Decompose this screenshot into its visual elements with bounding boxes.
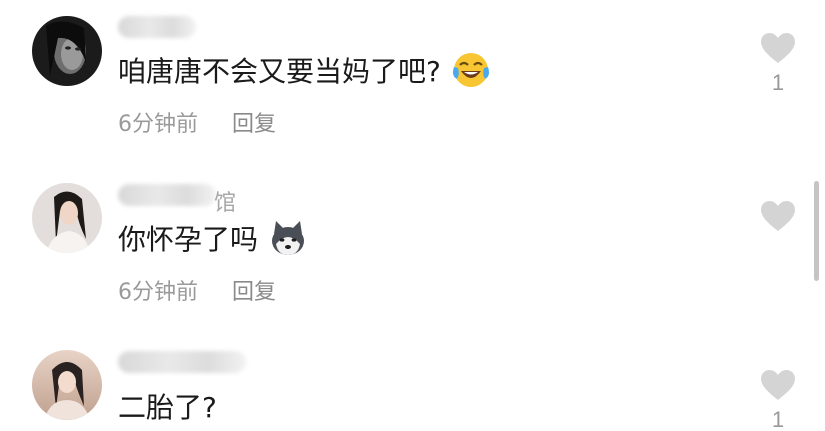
- like-count: 1: [771, 70, 785, 95]
- avatar[interactable]: [32, 183, 102, 253]
- comment-time: 6分钟前: [118, 112, 198, 137]
- husky-dog-emoji-icon: [268, 218, 308, 258]
- comment-text: 你怀孕了吗: [118, 218, 308, 258]
- heart-icon: [761, 370, 795, 400]
- like-button[interactable]: [757, 200, 799, 236]
- avatar-image: [32, 183, 102, 253]
- heart-icon: [761, 33, 795, 63]
- comment-text: 二胎了?: [118, 386, 217, 426]
- like-button[interactable]: 1: [757, 32, 799, 96]
- username-blurred[interactable]: [118, 16, 196, 38]
- like-count: 1: [771, 407, 785, 431]
- comment-meta: 6分钟前 回复: [118, 106, 276, 138]
- scrollbar[interactable]: [814, 181, 819, 281]
- username-blurred[interactable]: [118, 351, 246, 373]
- comment-list: 咱唐唐不会又要当妈了吧? 6分钟前 回复 1 馆 你怀孕了吗 6分钟前 回复 二…: [0, 0, 825, 431]
- comment-text-content: 咱唐唐不会又要当妈了吧?: [118, 55, 441, 88]
- avatar-image: [32, 16, 102, 86]
- avatar[interactable]: [32, 16, 102, 86]
- comment-text-content: 你怀孕了吗: [118, 223, 259, 256]
- reply-button[interactable]: 回复: [232, 280, 276, 305]
- username-blurred[interactable]: [118, 184, 216, 206]
- reply-button[interactable]: 回复: [232, 112, 276, 137]
- comment-text: 咱唐唐不会又要当妈了吧?: [118, 50, 491, 90]
- avatar-image: [32, 350, 102, 420]
- username-suffix[interactable]: 馆: [214, 185, 236, 217]
- like-button[interactable]: 1: [757, 369, 799, 431]
- laughing-tears-emoji-icon: [451, 50, 491, 90]
- comment-meta: 6分钟前 回复: [118, 274, 276, 306]
- avatar[interactable]: [32, 350, 102, 420]
- heart-icon: [761, 201, 795, 231]
- comment-text-content: 二胎了?: [118, 391, 217, 424]
- comment-time: 6分钟前: [118, 280, 198, 305]
